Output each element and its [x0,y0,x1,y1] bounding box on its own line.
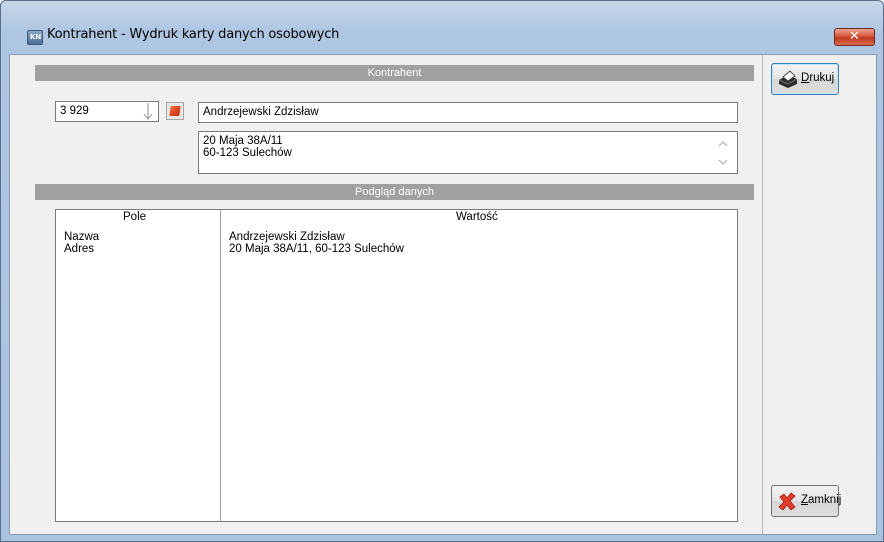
kontrahent-name-value: Andrzejewski Zdzisław [203,106,319,118]
window-title: Kontrahent - Wydruk karty danych osobowy… [47,27,340,42]
row-nazwa-value[interactable]: Andrzejewski Zdzisław [229,231,345,243]
book-icon [169,106,181,116]
print-button[interactable]: Drukuj [771,63,839,95]
address-line-2: 60-123 Sulechów [203,147,292,159]
address-line-1: 20 Maja 38A/11 [203,135,283,147]
row-adres-field[interactable]: Adres [64,243,94,255]
client-area: Kontrahent 3 929 Andrzejewski Zdzisław 2… [9,54,877,535]
address-text: 20 Maja 38A/11 60-123 Sulechów [203,135,292,159]
title-bar[interactable]: KN Kontrahent - Wydruk karty danych osob… [1,1,883,46]
column-header-wartosc[interactable]: Wartość [456,211,498,223]
column-divider [220,210,221,521]
app-window: KN Kontrahent - Wydruk karty danych osob… [0,0,884,542]
close-button-label: Zamknij [801,494,842,506]
close-button[interactable]: Zamknij [771,485,842,517]
kontrahent-number-value: 3 929 [60,105,89,117]
arrow-down-icon[interactable] [142,101,154,123]
window-close-button[interactable]: ✕ [834,28,875,46]
row-adres-value[interactable]: 20 Maja 38A/11, 60-123 Sulechów [229,243,404,255]
action-panel: Drukuj Zamknij [762,55,876,534]
kontrahent-name-field[interactable]: Andrzejewski Zdzisław [198,102,738,123]
close-x-icon [778,492,796,511]
scroll-down-icon[interactable] [717,158,729,168]
select-kontrahent-button[interactable] [166,102,184,120]
section-header-kontrahent: Kontrahent [35,65,754,81]
preview-grid[interactable]: Pole Wartość Nazwa Andrzejewski Zdzisław… [55,209,738,522]
app-icon: KN [27,30,43,45]
row-nazwa-field[interactable]: Nazwa [64,231,99,243]
column-header-pole[interactable]: Pole [123,211,146,223]
scroll-up-icon[interactable] [717,140,729,150]
main-panel: Kontrahent 3 929 Andrzejewski Zdzisław 2… [10,55,762,534]
print-button-label: Drukuj [801,72,835,84]
printer-icon [778,70,798,88]
kontrahent-address-field[interactable]: 20 Maja 38A/11 60-123 Sulechów [198,131,738,174]
section-header-preview: Podgląd danych [35,184,754,200]
